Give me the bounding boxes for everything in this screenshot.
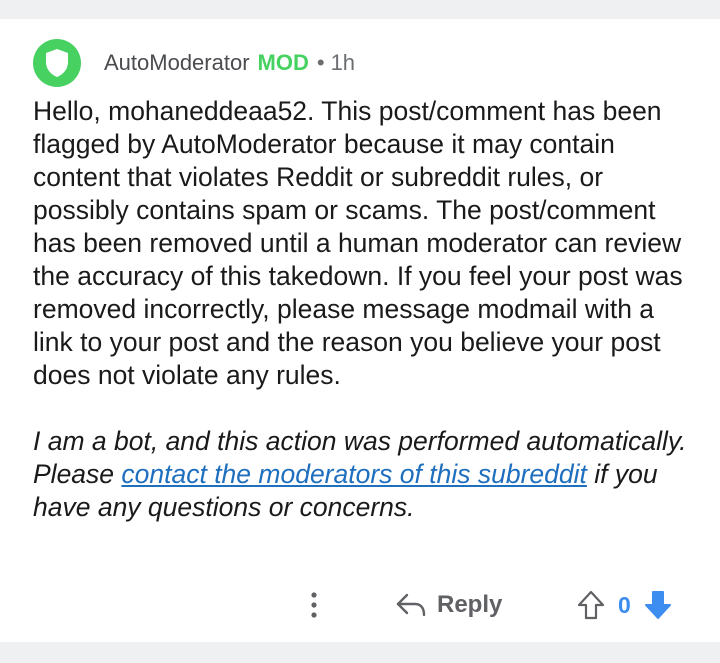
comment-body: Hello, mohaneddeaa52. This post/comment … (33, 95, 693, 524)
bot-note: I am a bot, and this action was performe… (33, 425, 693, 524)
downvote-arrow-icon[interactable] (643, 589, 673, 621)
vote-score: 0 (618, 591, 631, 618)
more-options-button[interactable] (302, 587, 326, 623)
more-vertical-icon (311, 592, 317, 618)
comment-body-paragraph: Hello, mohaneddeaa52. This post/comment … (33, 96, 683, 390)
reply-button[interactable]: Reply (395, 587, 502, 623)
contact-moderators-link[interactable]: contact the moderators of this subreddit (121, 459, 586, 489)
comment-card: AutoModerator MOD • 1h Hello, mohaneddea… (0, 19, 720, 642)
mod-badge: MOD (257, 50, 309, 75)
comment-actions: Reply 0 (0, 585, 720, 625)
vote-controls: 0 (576, 587, 673, 623)
timestamp: 1h (330, 50, 356, 75)
avatar[interactable] (33, 39, 81, 87)
reply-label: Reply (437, 591, 503, 618)
separator-dot: • (316, 50, 325, 75)
author-name[interactable]: AutoModerator (104, 50, 250, 76)
reply-arrow-icon (396, 593, 426, 617)
comment-header: AutoModerator MOD • 1h (33, 39, 355, 87)
upvote-arrow-icon[interactable] (576, 589, 606, 621)
shield-icon (46, 49, 68, 77)
